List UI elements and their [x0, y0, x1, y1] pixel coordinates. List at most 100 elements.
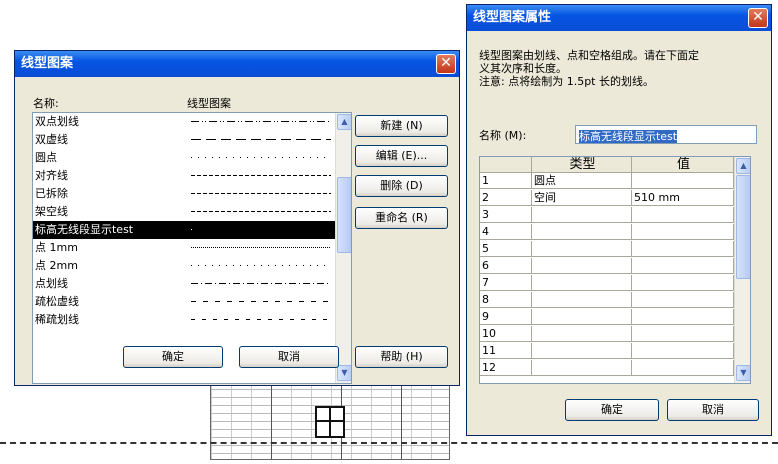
value-cell[interactable]	[632, 207, 734, 223]
list-item-name: 架空线	[35, 205, 68, 218]
type-cell[interactable]	[532, 258, 632, 274]
value-cell[interactable]	[632, 173, 734, 189]
scroll-up-icon[interactable]: ▲	[337, 114, 351, 130]
row-number[interactable]: 10	[480, 326, 532, 342]
value-cell[interactable]: 510 mm	[632, 190, 734, 206]
value-cell[interactable]	[632, 292, 734, 308]
type-column-header: 类型	[532, 157, 632, 173]
list-item-name: 双虚线	[35, 133, 68, 146]
list-item[interactable]: 架空线	[33, 203, 335, 221]
name-column-header: 名称:	[33, 97, 59, 110]
type-cell[interactable]	[532, 309, 632, 325]
name-label: 名称 (M):	[479, 129, 527, 142]
value-cell[interactable]	[632, 343, 734, 359]
type-cell[interactable]	[532, 360, 632, 376]
type-cell[interactable]	[532, 241, 632, 257]
row-number[interactable]: 3	[480, 207, 532, 223]
ok-button[interactable]: 确定	[565, 399, 659, 421]
close-icon[interactable]: ✕	[436, 54, 456, 74]
scroll-up-icon[interactable]: ▲	[736, 158, 750, 174]
row-number[interactable]: 1	[480, 173, 532, 189]
list-scrollbar[interactable]: ▲ ▼	[335, 113, 351, 383]
value-cell[interactable]	[632, 326, 734, 342]
desc-line-2: 义其次序和长度。	[479, 62, 567, 75]
row-number[interactable]: 8	[480, 292, 532, 308]
grid-scrollbar[interactable]: ▲ ▼	[734, 157, 750, 383]
value-cell[interactable]	[632, 224, 734, 240]
new-button[interactable]: 新建 (N)	[355, 115, 448, 137]
line-pattern-properties-dialog: 线型图案属性 ✕ 线型图案由划线、点和空格组成。请在下面定 义其次序和长度。 注…	[466, 4, 772, 436]
close-icon[interactable]: ✕	[748, 8, 768, 28]
line-pattern-preview	[191, 265, 331, 266]
pattern-column-header: 线型图案	[187, 97, 231, 110]
type-cell[interactable]	[532, 343, 632, 359]
list-item-name: 点 1mm	[35, 241, 78, 254]
value-cell[interactable]	[632, 309, 734, 325]
type-cell[interactable]	[532, 292, 632, 308]
type-cell[interactable]	[532, 275, 632, 291]
delete-button[interactable]: 删除 (D)	[355, 175, 448, 197]
type-cell[interactable]	[532, 207, 632, 223]
row-number[interactable]: 12	[480, 360, 532, 376]
list-item[interactable]: 双点划线	[33, 113, 335, 131]
list-item-name: 标高无线段显示test	[35, 223, 134, 236]
name-value: 标高无线段显示test	[579, 130, 678, 143]
list-item[interactable]: 点 2mm	[33, 257, 335, 275]
line-pattern-preview	[191, 121, 331, 122]
list-item[interactable]: 疏松虚线	[33, 293, 335, 311]
pattern-list[interactable]: ▲ ▼ 双点划线双虚线圆点对齐线已拆除架空线标高无线段显示test 点 1mm 点 …	[32, 112, 352, 384]
scroll-thumb[interactable]	[337, 177, 351, 253]
list-item[interactable]: 点 1mm	[33, 239, 335, 257]
line-pattern-preview	[191, 139, 331, 140]
type-cell[interactable]	[532, 326, 632, 342]
line-patterns-dialog: 线型图案 ✕ 名称: 线型图案 ▲ ▼ 双点划线 双虚线 圆点 对齐线 已拆除 架空线 标高…	[14, 50, 460, 386]
row-number[interactable]: 4	[480, 224, 532, 240]
dashed-line-drawing	[0, 442, 778, 444]
value-cell[interactable]	[632, 258, 734, 274]
list-item-name: 已拆除	[35, 187, 68, 200]
list-item[interactable]: 圆点	[33, 149, 335, 167]
description-text: 线型图案由划线、点和空格组成。请在下面定 义其次序和长度。 注意: 点将绘制为 …	[479, 49, 769, 88]
row-number[interactable]: 5	[480, 241, 532, 257]
value-cell[interactable]	[632, 275, 734, 291]
edit-button[interactable]: 编辑 (E)...	[355, 145, 448, 167]
list-item[interactable]: 对齐线	[33, 167, 335, 185]
value-cell[interactable]	[632, 360, 734, 376]
row-number[interactable]: 6	[480, 258, 532, 274]
row-number[interactable]: 7	[480, 275, 532, 291]
type-cell[interactable]	[532, 224, 632, 240]
line-pattern-preview	[191, 301, 331, 302]
scroll-thumb[interactable]	[736, 175, 750, 279]
line-pattern-preview	[191, 211, 331, 212]
list-item[interactable]: 稀疏划线	[33, 311, 335, 329]
scroll-down-icon[interactable]: ▼	[736, 365, 750, 381]
cancel-button[interactable]: 取消	[239, 346, 339, 368]
cancel-button[interactable]: 取消	[667, 399, 759, 421]
row-number[interactable]: 2	[480, 190, 532, 206]
desc-line-1: 线型图案由划线、点和空格组成。请在下面定	[479, 49, 699, 62]
help-button[interactable]: 帮助 (H)	[355, 346, 448, 368]
ok-button[interactable]: 确定	[123, 346, 223, 368]
line-pattern-preview	[191, 229, 331, 230]
line-pattern-preview	[191, 247, 331, 248]
rename-button[interactable]: 重命名 (R)	[355, 207, 448, 229]
row-number[interactable]: 11	[480, 343, 532, 359]
list-item-name: 点 2mm	[35, 259, 78, 272]
row-number[interactable]: 9	[480, 309, 532, 325]
line-pattern-preview	[191, 283, 331, 284]
list-item-name: 疏松虚线	[35, 295, 79, 308]
list-item-name: 稀疏划线	[35, 313, 79, 326]
list-item[interactable]: 点划线	[33, 275, 335, 293]
line-pattern-preview	[191, 193, 331, 194]
type-cell[interactable]: 空间	[532, 190, 632, 206]
type-cell[interactable]: 圆点	[532, 173, 632, 189]
list-item[interactable]: 标高无线段显示test	[33, 221, 335, 239]
pattern-grid[interactable]: ▲ ▼ 类型值 1 圆点 2 空间 510 mm 3 4 5 6 7 8 9 10 11 12	[479, 156, 751, 384]
scroll-down-icon[interactable]: ▼	[337, 365, 351, 381]
line-pattern-preview	[191, 175, 331, 176]
list-item[interactable]: 已拆除	[33, 185, 335, 203]
list-item[interactable]: 双虚线	[33, 131, 335, 149]
name-input[interactable]: 标高无线段显示test	[575, 125, 757, 144]
list-item-name: 圆点	[35, 151, 57, 164]
value-cell[interactable]	[632, 241, 734, 257]
